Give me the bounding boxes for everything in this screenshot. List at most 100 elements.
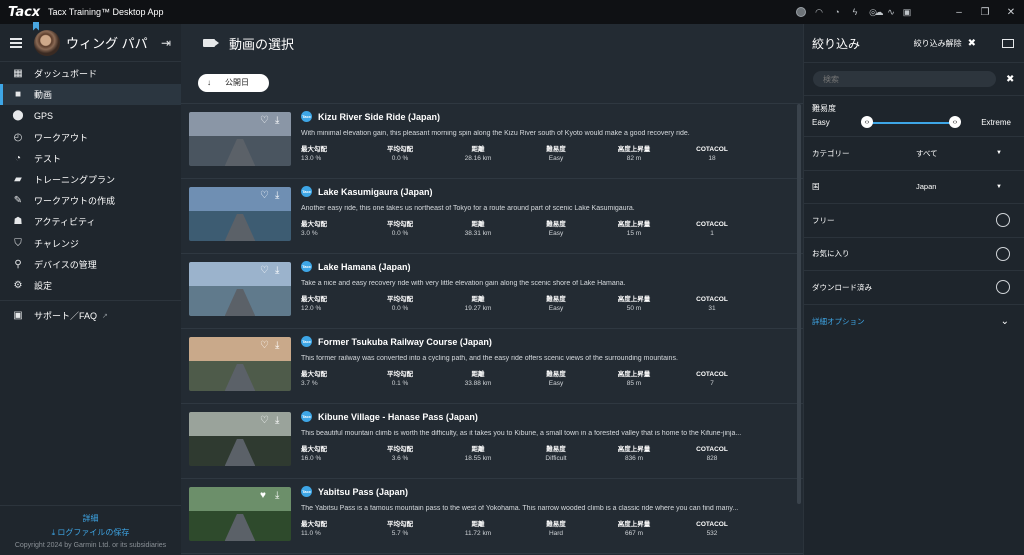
sidebar-item-stopwatch[interactable]: ◴ ワークアウト (0, 127, 181, 148)
search-input[interactable] (813, 71, 996, 87)
free-radio[interactable] (996, 213, 1010, 228)
download-icon[interactable]: ⤓ (275, 265, 279, 276)
video-thumbnail[interactable]: ♡ ⤓ (189, 412, 291, 466)
close-window-button[interactable]: ✕ (998, 0, 1024, 24)
power-icon[interactable]: ϟ (850, 7, 860, 17)
video-card[interactable]: ♥ ⤓ Tacx Yabitsu Pass (Japan) The Yabitsu Pa… (181, 479, 803, 554)
heart-icon[interactable]: ♡ (260, 265, 269, 276)
video-stat: COTACOL 828 (696, 446, 728, 462)
video-title[interactable]: Yabitsu Pass (Japan) (318, 487, 408, 497)
difficulty-slider-max-handle[interactable]: ‹› (949, 116, 961, 128)
video-card[interactable]: ♡ ⤓ Tacx Lake Hamana (Japan) Take a nice and… (181, 254, 803, 329)
video-thumbnail[interactable]: ♡ ⤓ (189, 337, 291, 391)
video-card[interactable]: ♡ ⤓ Tacx Former Tsukuba Railway Course (Jap… (181, 329, 803, 404)
dashboard-icon: ▦ (13, 68, 23, 80)
sidebar-item-label: アクティビティ (34, 217, 96, 228)
favorites-radio[interactable] (996, 246, 1010, 261)
sidebar-item-label: ワークアウトの作成 (34, 196, 116, 207)
restore-button[interactable]: ❐ (972, 0, 998, 24)
video-title[interactable]: Kizu River Side Ride (Japan) (318, 112, 440, 122)
video-thumbnail[interactable]: ♡ ⤓ (189, 262, 291, 316)
video-thumbnail[interactable]: ♡ ⤓ (189, 187, 291, 241)
avatar[interactable] (33, 21, 60, 56)
downloaded-radio[interactable] (996, 280, 1010, 295)
video-description: This former railway was converted into a… (301, 355, 678, 362)
sidebar-item-gauge[interactable]: ◔ テスト (0, 148, 181, 169)
status-dot-icon[interactable] (796, 7, 806, 17)
video-stat: 高度上昇量 15 m (617, 221, 651, 237)
advanced-options[interactable]: 詳細オプション ⌄ (804, 305, 1024, 339)
sidebar-item-pencil[interactable]: ✎ ワークアウトの作成 (0, 190, 181, 211)
sidebar-item-gears[interactable]: ⚙ 設定 (0, 275, 181, 296)
sidebar-item-people[interactable]: ☗ アクティビティ (0, 211, 181, 232)
copyright: Copyright 2024 by Garmin Ltd. or its sub… (14, 542, 167, 549)
video-card[interactable]: ♡ ⤓ Tacx Lake Kasumigaura (Japan) Another ea… (181, 179, 803, 254)
video-card[interactable]: ♡ ⤓ Tacx Kibune Village - Hanase Pass (Japa… (181, 404, 803, 479)
heart-icon[interactable]: ♡ (260, 190, 269, 201)
sidebar-item-location-pin[interactable]: ⬤ GPS (0, 105, 181, 126)
title-bar: Tacx Tacx Training™ Desktop App ◠ ◔ ϟ ◎ … (0, 0, 1024, 24)
heart-icon[interactable]: ♡ (260, 115, 269, 126)
scrollbar[interactable] (797, 104, 801, 504)
sidebar-item-label: サポート／FAQ (34, 311, 98, 322)
people-icon: ☗ (13, 216, 23, 228)
save-log-link[interactable]: ⤓ ログファイルの保存 (0, 527, 181, 538)
clear-filters-icon[interactable]: ✖ (968, 38, 976, 49)
country-select[interactable]: Japan (916, 182, 996, 191)
download-icon[interactable]: ⤓ (275, 490, 279, 501)
sort-button[interactable]: ↓ 公開日 (198, 73, 269, 92)
category-filter[interactable]: カテゴリー すべて ▼ (804, 137, 1024, 171)
video-title[interactable]: Former Tsukuba Railway Course (Japan) (318, 337, 492, 347)
favorites-filter[interactable]: お気に入り (804, 238, 1024, 271)
heart-rate-icon[interactable]: ◠ (814, 7, 824, 17)
video-card[interactable]: ♡ ⤓ Tacx Kizu River Side Ride (Japan) With m… (181, 104, 803, 179)
video-title[interactable]: Lake Hamana (Japan) (318, 262, 411, 272)
clear-filters-button[interactable]: 絞り込み解除 (914, 38, 962, 49)
sidebar-item-support[interactable]: ▣ サポート／FAQ ↗ (0, 305, 181, 326)
cadence-icon[interactable]: ◔ (832, 7, 842, 17)
pencil-icon: ✎ (13, 195, 23, 207)
sidebar-item-dashboard[interactable]: ▦ ダッシュボード (0, 63, 181, 84)
downloaded-filter[interactable]: ダウンロード済み (804, 271, 1024, 305)
clear-search-icon[interactable]: ✖ (1006, 74, 1014, 85)
video-title[interactable]: Kibune Village - Hanase Pass (Japan) (318, 412, 478, 422)
download-icon[interactable]: ⤓ (275, 415, 279, 426)
heart-filled-icon[interactable]: ♥ (260, 490, 266, 501)
download-icon[interactable]: ⤓ (275, 340, 279, 351)
heart-icon[interactable]: ♡ (260, 340, 269, 351)
country-filter[interactable]: 国 Japan ▼ (804, 171, 1024, 204)
sidebar-item-label: トレーニングプラン (34, 175, 116, 186)
sidebar-item-book[interactable]: ▰ トレーニングプラン (0, 169, 181, 190)
main-panel: 動画の選択 ↓ 公開日 ♡ ⤓ Tacx Kizu River Side Ride (… (181, 24, 803, 555)
download-icon[interactable]: ⤓ (275, 115, 279, 126)
sidebar-item-wrench[interactable]: ⚲ デバイスの管理 (0, 254, 181, 275)
category-select[interactable]: すべて (916, 148, 996, 159)
collapse-panel-icon[interactable] (1002, 38, 1014, 48)
details-link[interactable]: 詳細 (0, 513, 181, 524)
logout-icon[interactable]: ⇥ (159, 36, 173, 50)
video-stat: 最大勾配 12.0 % (301, 296, 327, 312)
menu-icon[interactable] (10, 37, 22, 48)
video-title[interactable]: Lake Kasumigaura (Japan) (318, 187, 433, 197)
video-thumbnail[interactable]: ♡ ⤓ (189, 112, 291, 166)
sidebar-item-video[interactable]: ■ 動画 (0, 84, 181, 106)
device-icon[interactable]: ▣ (902, 7, 912, 17)
video-description: Another easy ride, this one takes us nor… (301, 205, 635, 212)
chevron-down-icon[interactable]: ⌄ (1001, 316, 1009, 327)
sidebar-item-shield[interactable]: ⛉ チャレンジ (0, 233, 181, 254)
difficulty-slider-track[interactable] (872, 122, 952, 124)
video-thumbnail[interactable]: ♥ ⤓ (189, 487, 291, 541)
tacx-badge-icon: Tacx (301, 261, 312, 272)
filter-panel: 絞り込み 絞り込み解除 ✖ ✖ 難易度 Easy Extreme ‹› ‹› カ… (803, 24, 1024, 555)
tacx-badge-icon: Tacx (301, 111, 312, 122)
cloud-icon[interactable]: ☁ (874, 7, 884, 17)
heart-icon[interactable]: ♡ (260, 415, 269, 426)
bookmark-badge-icon (33, 21, 39, 31)
video-stat: 難易度 Hard (546, 521, 566, 537)
download-icon[interactable]: ⤓ (275, 190, 279, 201)
minimize-button[interactable]: – (946, 0, 972, 24)
difficulty-slider-min-handle[interactable]: ‹› (861, 116, 873, 128)
free-filter[interactable]: フリー (804, 204, 1024, 238)
video-icon: ■ (14, 89, 22, 101)
tacx-badge-icon: Tacx (301, 186, 312, 197)
